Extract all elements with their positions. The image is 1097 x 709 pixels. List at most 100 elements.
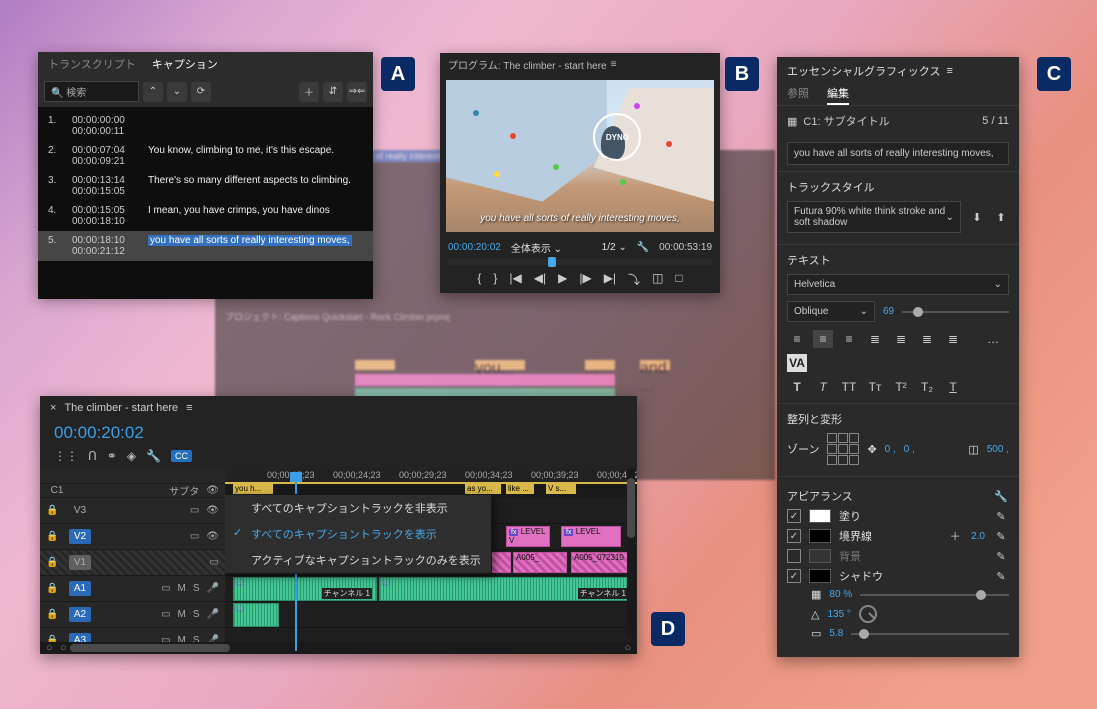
caption-clip[interactable]: you h... bbox=[233, 484, 273, 494]
timeline-timecode[interactable]: 00:00:20:02 bbox=[40, 420, 637, 446]
subscript-icon[interactable]: T₂ bbox=[917, 378, 937, 396]
track-v1-header[interactable]: 🔒 V1 ▭ bbox=[40, 550, 225, 576]
font-family-dropdown[interactable]: Helvetica⌄ bbox=[787, 274, 1009, 295]
audio-track-a1[interactable]: fxチャンネル 1 fxチャンネル 1 bbox=[225, 576, 637, 602]
prev-button[interactable]: ⌃ bbox=[143, 82, 163, 102]
tab-browse[interactable]: 参照 bbox=[787, 85, 809, 105]
panel-menu-icon[interactable]: ≡ bbox=[186, 402, 192, 414]
shadow-angle[interactable]: 135 ° bbox=[827, 609, 850, 620]
zone-picker[interactable] bbox=[827, 433, 859, 465]
audio-clip[interactable]: fxチャンネル 1 bbox=[233, 577, 377, 601]
mark-out-icon[interactable]: } bbox=[493, 271, 497, 288]
fill-checkbox[interactable]: ✓ bbox=[787, 509, 801, 523]
align-left-icon[interactable]: ≡ bbox=[787, 330, 807, 348]
close-tab-icon[interactable]: × bbox=[50, 402, 56, 414]
lock-icon[interactable]: 🔒 bbox=[46, 557, 62, 568]
linked-selection-icon[interactable]: ⚭ bbox=[107, 449, 117, 463]
eye-icon[interactable]: 👁 bbox=[206, 531, 219, 542]
stroke-swatch[interactable] bbox=[809, 529, 831, 543]
faux-bold-icon[interactable]: T bbox=[787, 378, 807, 396]
shadow-opacity-slider[interactable] bbox=[860, 594, 1009, 596]
menu-hide-all-captions[interactable]: すべてのキャプショントラックを非表示 bbox=[225, 495, 491, 521]
menu-show-all-captions[interactable]: すべてのキャプショントラックを表示 bbox=[225, 521, 491, 547]
play-icon[interactable]: ▶ bbox=[558, 271, 567, 288]
lock-icon[interactable]: 🔒 bbox=[46, 583, 62, 594]
track-a2-header[interactable]: 🔒 A2 ▭MS🎤 bbox=[40, 602, 225, 628]
audio-clip[interactable]: fx bbox=[233, 603, 279, 627]
tate-chu-yoko-icon[interactable]: … bbox=[983, 330, 1003, 348]
video-clip[interactable]: fx LEVEL bbox=[561, 526, 621, 547]
wrench-icon[interactable]: 🔧 bbox=[993, 488, 1009, 504]
next-frame-icon[interactable]: |▶ bbox=[579, 271, 591, 288]
shadow-checkbox[interactable]: ✓ bbox=[787, 569, 801, 583]
track-style-dropdown[interactable]: Futura 90% white think stroke and soft s… bbox=[787, 201, 961, 233]
export-frame-icon[interactable]: □ bbox=[675, 271, 682, 288]
program-monitor[interactable]: DYNO you have all sorts of really intere… bbox=[446, 80, 714, 232]
search-input[interactable]: 🔍 検索 bbox=[44, 81, 139, 102]
merge-caption-button[interactable]: ⇒⇐ bbox=[347, 82, 367, 102]
align-justify-last-right-icon[interactable]: ≣ bbox=[943, 330, 963, 348]
angle-dial-icon[interactable] bbox=[859, 605, 877, 623]
eyedropper-icon[interactable]: ✎ bbox=[993, 528, 1009, 544]
align-right-icon[interactable]: ≡ bbox=[839, 330, 859, 348]
eye-icon[interactable]: 👁 bbox=[206, 485, 219, 496]
fill-swatch[interactable] bbox=[809, 509, 831, 523]
refresh-button[interactable]: ⟳ bbox=[191, 82, 211, 102]
menu-show-active-caption[interactable]: アクティブなキャプショントラックのみを表示 bbox=[225, 547, 491, 573]
font-size-slider[interactable] bbox=[902, 311, 1009, 313]
panel-menu-icon[interactable]: ≡ bbox=[946, 65, 952, 77]
caption-clip[interactable]: like ... bbox=[506, 484, 534, 494]
lock-icon[interactable]: 🔒 bbox=[46, 609, 62, 620]
align-justify-last-center-icon[interactable]: ≣ bbox=[917, 330, 937, 348]
align-center-icon[interactable]: ≡ bbox=[813, 330, 833, 348]
font-size-value[interactable]: 69 bbox=[883, 306, 894, 317]
snap-icon[interactable]: ᑎ bbox=[88, 449, 97, 463]
font-style-dropdown[interactable]: Oblique⌄ bbox=[787, 301, 875, 322]
shadow-offset-slider[interactable] bbox=[851, 633, 1009, 635]
align-justify-last-left-icon[interactable]: ≣ bbox=[891, 330, 911, 348]
fit-dropdown[interactable]: 全体表示 ⌄ bbox=[511, 240, 562, 255]
download-style-icon[interactable]: ⬇ bbox=[969, 209, 985, 225]
insert-icon[interactable]: ⤵ bbox=[628, 271, 640, 288]
underline-icon[interactable]: T bbox=[943, 378, 963, 396]
small-caps-icon[interactable]: Tᴛ bbox=[865, 378, 885, 396]
split-caption-button[interactable]: ⇵ bbox=[323, 82, 343, 102]
caption-clip[interactable]: as yo... bbox=[465, 484, 501, 494]
background-swatch[interactable] bbox=[809, 549, 831, 563]
caption-row[interactable]: 3. 00:00:13:1400:00:15:05 There's so man… bbox=[38, 171, 373, 201]
pos-y[interactable]: 0 , bbox=[904, 444, 915, 455]
timeline-tracks[interactable]: 00;00;19;23 00;00;24;23 00;00;29;23 00;0… bbox=[225, 468, 637, 651]
stroke-checkbox[interactable]: ✓ bbox=[787, 529, 801, 543]
tab-edit[interactable]: 編集 bbox=[827, 85, 849, 105]
shadow-opacity[interactable]: 80 % bbox=[829, 589, 852, 600]
panel-menu-icon[interactable]: ≡ bbox=[611, 59, 617, 70]
prev-frame-icon[interactable]: ◀| bbox=[534, 271, 546, 288]
vertical-scrollbar[interactable] bbox=[627, 468, 635, 638]
all-caps-icon[interactable]: TT bbox=[839, 378, 859, 396]
pos-x[interactable]: 0 , bbox=[885, 444, 896, 455]
kerning-icon[interactable]: VA bbox=[787, 354, 807, 372]
upload-style-icon[interactable]: ⬆ bbox=[993, 209, 1009, 225]
video-clip[interactable]: A005_ bbox=[513, 552, 567, 573]
track-caption-header[interactable]: C1 サブタ 👁 bbox=[40, 484, 225, 498]
track-v2-header[interactable]: 🔒 V2 ▭ 👁 bbox=[40, 524, 225, 550]
audio-track-a2[interactable]: fx bbox=[225, 602, 637, 628]
caption-row[interactable]: 1. 00:00:00:0000:00:00:11 bbox=[38, 111, 373, 141]
mark-in-icon[interactable]: { bbox=[477, 271, 481, 288]
eyedropper-icon[interactable]: ✎ bbox=[993, 548, 1009, 564]
overwrite-icon[interactable]: ◫ bbox=[652, 271, 663, 288]
tab-transcript[interactable]: トランスクリプト bbox=[48, 56, 136, 72]
caption-text-field[interactable]: you have all sorts of really interesting… bbox=[787, 142, 1009, 165]
mic-icon[interactable]: 🎤 bbox=[207, 583, 219, 594]
add-caption-button[interactable]: ＋ bbox=[299, 82, 319, 102]
wrench-icon[interactable]: 🔧 bbox=[637, 242, 649, 253]
program-timecode[interactable]: 00:00:20:02 bbox=[448, 242, 501, 253]
caption-row[interactable]: 2. 00:00:07:0400:00:09:21 You know, clim… bbox=[38, 141, 373, 171]
lock-icon[interactable]: 🔒 bbox=[46, 505, 62, 516]
track-v3-header[interactable]: 🔒 V3 ▭ 👁 bbox=[40, 498, 225, 524]
faux-italic-icon[interactable]: T bbox=[813, 378, 833, 396]
stroke-width[interactable]: 2.0 bbox=[971, 531, 985, 542]
horizontal-scrollbar[interactable]: ○ ○ ○ bbox=[40, 642, 637, 654]
insert-mode-icon[interactable]: ⋮⋮ bbox=[54, 449, 78, 463]
video-clip[interactable]: fx LEVEL V bbox=[506, 526, 550, 547]
